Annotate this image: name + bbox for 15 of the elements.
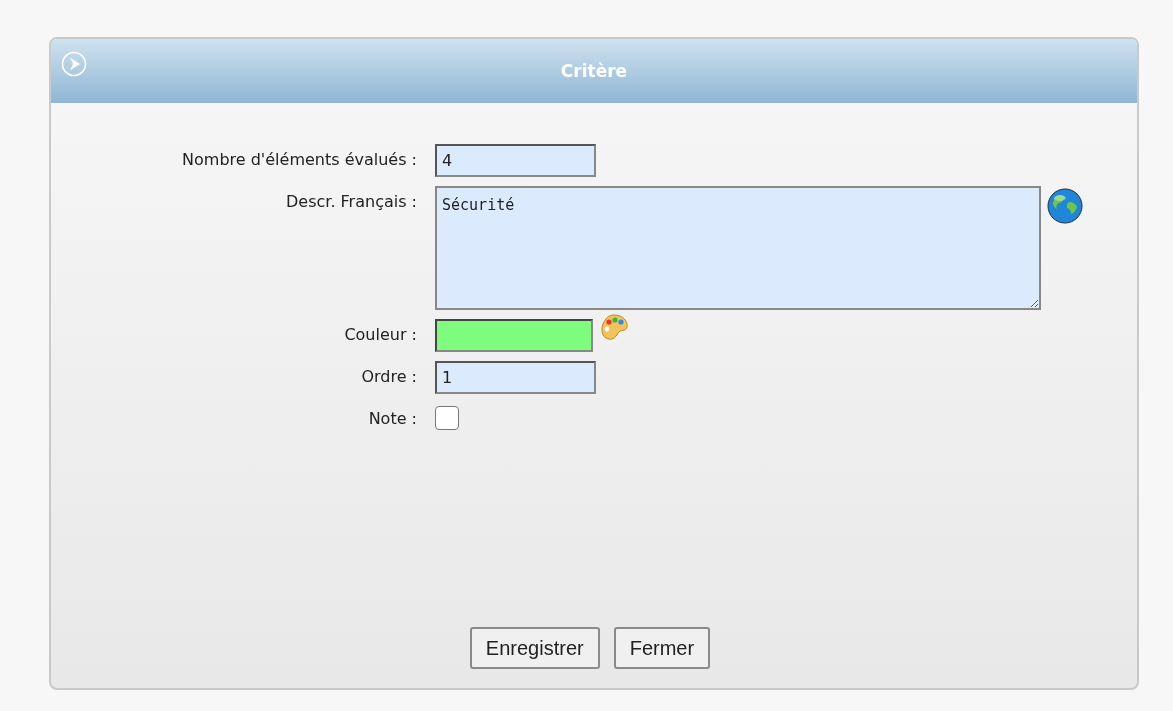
field-label: Couleur : (343, 324, 417, 344)
palette-icon[interactable] (599, 313, 629, 343)
globe-icon[interactable] (1047, 188, 1083, 224)
text-field[interactable]: 1 (435, 361, 596, 394)
description-field[interactable]: Sécurité (435, 186, 1041, 310)
field-label: Nombre d'éléments évalués : (181, 149, 417, 169)
close-button[interactable]: Fermer (613, 627, 711, 669)
dialog-title: Critère (560, 61, 628, 81)
field-label: Note : (367, 408, 417, 428)
field-label: Descr. Français : (285, 191, 417, 211)
field-label: Ordre : (360, 366, 417, 386)
text-field[interactable]: 4 (435, 144, 596, 177)
checkbox[interactable] (435, 406, 459, 430)
color-field[interactable] (435, 319, 593, 352)
save-button[interactable]: Enregistrer (469, 627, 600, 669)
